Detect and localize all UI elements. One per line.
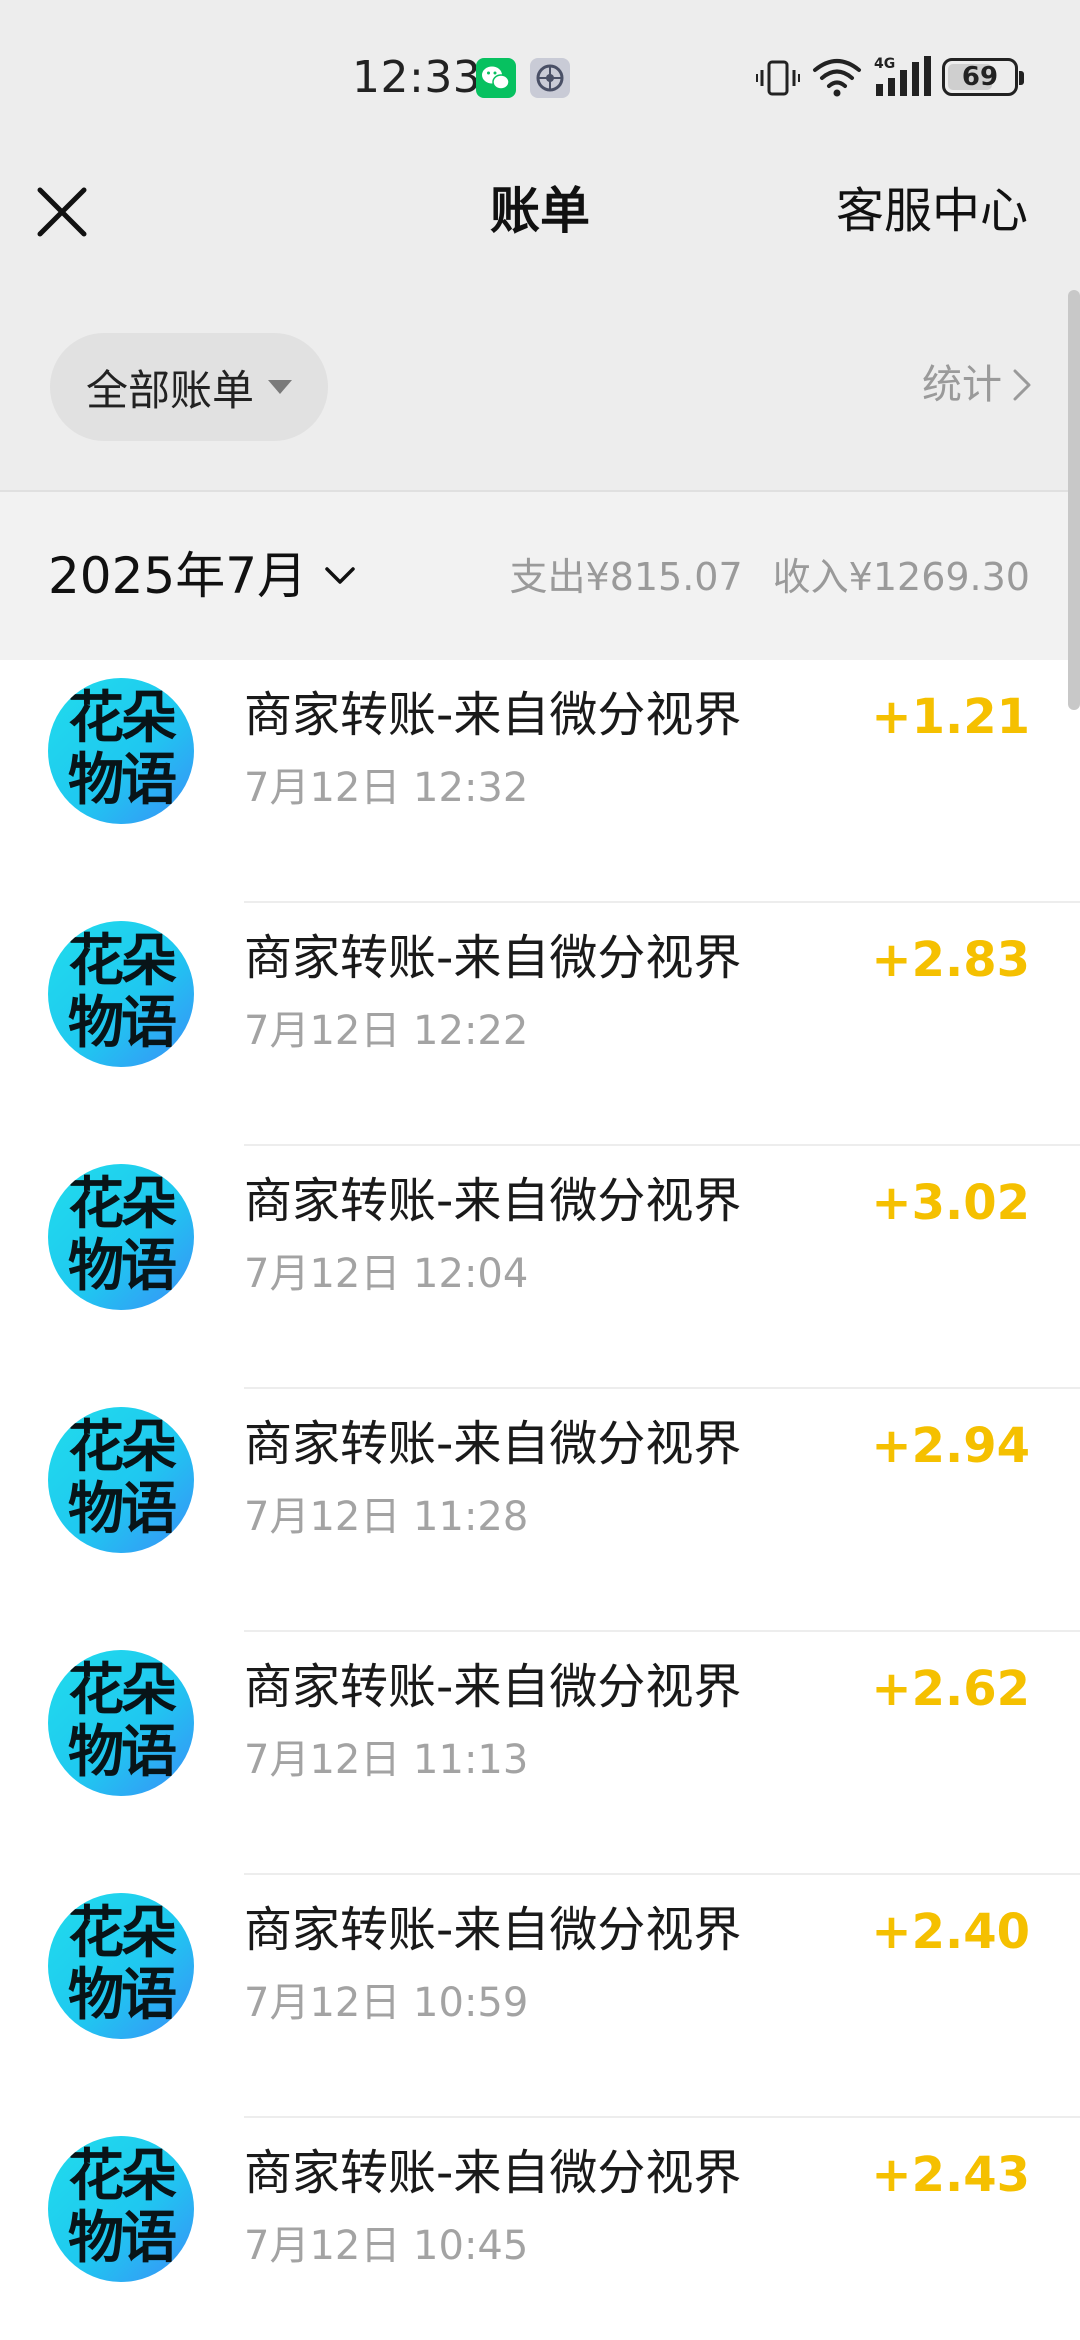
expense-label: 支出 (509, 555, 586, 599)
avatar-text: 花朵 物语 (68, 1415, 177, 1542)
transaction-list: 花朵 物语 商家转账-来自微分视界 7月12日 12:32 +1.21 花朵 物… (0, 660, 1080, 2340)
avatar-text: 花朵 物语 (68, 686, 177, 813)
transaction-title: 商家转账-来自微分视界 (244, 2145, 742, 2201)
statistics-link[interactable]: 统计 (922, 355, 1034, 415)
transaction-row[interactable]: 花朵 物语 商家转账-来自微分视界 7月12日 10:59 +2.40 (0, 1875, 1080, 2118)
income-value: ¥1269.30 (848, 555, 1030, 599)
header-region: 12:33 4G 69 账单 客服中心 全部账单 统计 (0, 0, 1080, 490)
transaction-amount: +3.02 (871, 1175, 1030, 1231)
close-button[interactable] (30, 180, 94, 244)
settings-icon (530, 58, 570, 98)
transaction-time: 7月12日 12:22 (244, 1008, 529, 1054)
month-label: 2025年7月 (48, 547, 308, 605)
caret-down-icon (268, 380, 293, 394)
avatar-text: 花朵 物语 (68, 1658, 177, 1785)
transaction-time: 7月12日 11:13 (244, 1737, 529, 1783)
transaction-amount: +1.21 (871, 689, 1030, 745)
transaction-row[interactable]: 花朵 物语 商家转账-来自微分视界 7月12日 12:32 +1.21 (0, 660, 1080, 903)
transaction-time: 7月12日 10:59 (244, 1980, 529, 2026)
close-icon (37, 187, 87, 237)
transaction-time: 7月12日 11:28 (244, 1494, 529, 1540)
signal-4g-icon: 4G (874, 54, 932, 98)
transaction-title: 商家转账-来自微分视界 (244, 1659, 742, 1715)
avatar-text: 花朵 物语 (68, 929, 177, 1056)
chevron-down-icon (325, 567, 355, 584)
transaction-amount: +2.94 (871, 1418, 1030, 1474)
transaction-time: 7月12日 10:45 (244, 2223, 529, 2269)
nav-bar: 账单 客服中心 (0, 150, 1080, 285)
avatar-text: 花朵 物语 (68, 1901, 177, 2028)
transaction-row[interactable]: 花朵 物语 商家转账-来自微分视界 7月12日 11:28 +2.94 (0, 1389, 1080, 1632)
transaction-time: 7月12日 12:32 (244, 765, 529, 811)
transaction-amount: +2.62 (871, 1661, 1030, 1717)
svg-text:4G: 4G (874, 56, 895, 72)
bill-type-dropdown[interactable]: 全部账单 (50, 333, 328, 441)
transaction-amount: +2.43 (871, 2147, 1030, 2203)
chevron-right-icon (1013, 369, 1031, 401)
transaction-time: 7月12日 12:04 (244, 1251, 529, 1297)
customer-service-link[interactable]: 客服中心 (836, 176, 1028, 246)
transaction-row[interactable]: 花朵 物语 商家转账-来自微分视界 7月12日 12:04 +3.02 (0, 1146, 1080, 1389)
avatar-text: 花朵 物语 (68, 1172, 177, 1299)
scrollbar[interactable] (1068, 290, 1080, 710)
transaction-title: 商家转账-来自微分视界 (244, 1173, 742, 1229)
merchant-avatar: 花朵 物语 (48, 1650, 194, 1796)
month-summary: 支出¥815.07 收入¥1269.30 (510, 542, 1031, 612)
wifi-icon (812, 56, 862, 98)
wechat-icon (476, 58, 516, 98)
statistics-label: 统计 (922, 362, 1002, 408)
transaction-row[interactable]: 花朵 物语 商家转账-来自微分视界 7月12日 11:13 +2.62 (0, 1632, 1080, 1875)
transaction-title: 商家转账-来自微分视界 (244, 1902, 742, 1958)
month-header: 2025年7月 支出¥815.07 收入¥1269.30 (0, 492, 1080, 660)
vibrate-icon (756, 58, 800, 98)
transaction-title: 商家转账-来自微分视界 (244, 1416, 742, 1472)
transaction-amount: +2.40 (871, 1904, 1030, 1960)
battery-level: 69 (961, 62, 999, 92)
transaction-row[interactable]: 花朵 物语 商家转账-来自微分视界 7月12日 12:22 +2.83 (0, 903, 1080, 1146)
status-time: 12:33 (352, 52, 482, 103)
bill-type-label: 全部账单 (86, 365, 255, 415)
merchant-avatar: 花朵 物语 (48, 1164, 194, 1310)
month-selector[interactable]: 2025年7月 (48, 536, 357, 616)
income-label: 收入 (772, 555, 849, 599)
merchant-avatar: 花朵 物语 (48, 678, 194, 824)
status-bar: 12:33 4G 69 (0, 0, 1080, 150)
transaction-title: 商家转账-来自微分视界 (244, 930, 742, 986)
transaction-title: 商家转账-来自微分视界 (244, 687, 742, 743)
transaction-amount: +2.83 (871, 932, 1030, 988)
battery-icon: 69 (942, 58, 1024, 96)
merchant-avatar: 花朵 物语 (48, 921, 194, 1067)
avatar-text: 花朵 物语 (68, 2144, 177, 2271)
merchant-avatar: 花朵 物语 (48, 1407, 194, 1553)
merchant-avatar: 花朵 物语 (48, 1893, 194, 2039)
merchant-avatar: 花朵 物语 (48, 2136, 194, 2282)
filter-row: 全部账单 统计 (0, 285, 1080, 490)
expense-value: ¥815.07 (585, 555, 743, 599)
transaction-row[interactable]: 花朵 物语 商家转账-来自微分视界 7月12日 10:45 +2.43 (0, 2118, 1080, 2340)
